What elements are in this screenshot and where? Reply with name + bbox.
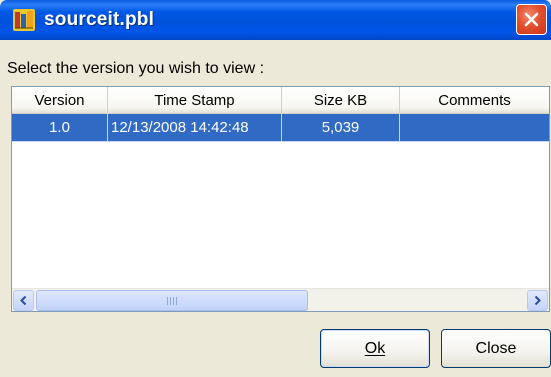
close-button[interactable]: Close: [441, 329, 551, 368]
ok-button[interactable]: Ok: [320, 329, 430, 368]
table-row[interactable]: 1.0 12/13/2008 14:42:48 5,039: [12, 114, 549, 142]
scroll-grip-icon: [167, 296, 177, 305]
window-title: sourceit.pbl: [44, 9, 155, 30]
column-header-version[interactable]: Version: [12, 87, 108, 113]
ok-button-label: Ok: [364, 339, 386, 357]
scroll-left-button[interactable]: [13, 290, 34, 311]
close-icon: [524, 12, 539, 27]
scroll-right-button[interactable]: [527, 290, 548, 311]
powerbuilder-library-icon: [13, 9, 35, 31]
cell-timestamp: 12/13/2008 14:42:48: [108, 114, 282, 142]
instruction-label: Select the version you wish to view :: [7, 60, 265, 77]
cell-version: 1.0: [12, 114, 108, 142]
column-header-timestamp[interactable]: Time Stamp: [108, 87, 282, 113]
cell-comments: [400, 114, 549, 142]
scroll-left-arrow-icon: [20, 295, 27, 306]
close-window-button[interactable]: [516, 4, 547, 35]
version-list[interactable]: Version Time Stamp Size KB Comments 1.0 …: [11, 86, 550, 312]
column-header-row: Version Time Stamp Size KB Comments: [12, 87, 549, 114]
close-button-label: Close: [475, 339, 517, 357]
title-bar[interactable]: sourceit.pbl: [0, 0, 551, 40]
column-header-comments[interactable]: Comments: [400, 87, 549, 113]
scroll-right-arrow-icon: [534, 295, 541, 306]
horizontal-scrollbar[interactable]: [12, 288, 549, 311]
version-dialog: sourceit.pbl Select the version you wish…: [0, 0, 551, 377]
scroll-thumb[interactable]: [36, 290, 308, 311]
column-header-size[interactable]: Size KB: [282, 87, 400, 113]
cell-size: 5,039: [282, 114, 400, 142]
